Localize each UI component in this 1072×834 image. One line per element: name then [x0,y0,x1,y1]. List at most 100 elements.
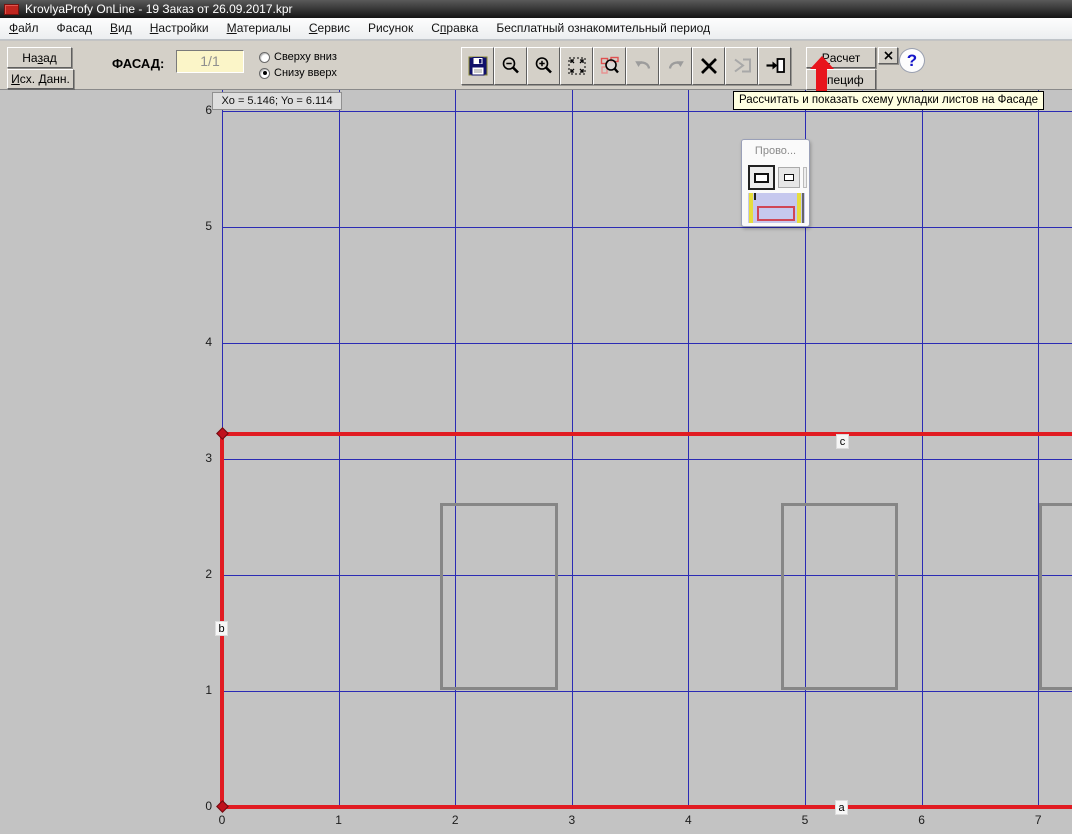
title-bar[interactable]: KrovlyaProfy OnLine - 19 Заказ от 26.09.… [0,0,1072,18]
grid-hline-4 [222,343,1072,344]
radio-bottom-up-icon[interactable] [259,68,270,79]
dimension-label-b: b [215,621,228,636]
facade-outline-bottom[interactable] [220,805,1072,809]
vertex-handle-top-left[interactable] [216,427,229,440]
menu-item-2[interactable]: Фасад [48,18,101,40]
polyline-icon [731,55,753,77]
window-opening-1[interactable] [440,503,558,690]
preview-yellow-strip [797,193,801,223]
preview-red-rect [757,206,795,221]
vertex-handle-bottom-left[interactable] [216,800,229,813]
insert-element-icon [764,55,786,77]
preview-dark-line [802,193,804,223]
drawing-canvas[interactable]: b c a 0 1 2 3 4 5 6 7 0 1 2 3 4 5 6 [0,90,1072,834]
facade-number-field[interactable]: 1/1 [176,50,244,73]
grid-vline-1 [339,90,340,807]
zoom-out-icon [500,55,522,77]
insert-element-button[interactable] [758,47,791,85]
grid-hline-5 [222,227,1072,228]
window-opening-3[interactable] [1039,503,1072,690]
x-axis-tick-5: 5 [794,813,816,827]
menu-item-7[interactable]: Рисунок [359,18,422,40]
undo-icon [632,55,654,77]
menu-item-6[interactable]: Сервис [300,18,359,40]
redo-button [659,47,692,85]
y-axis-tick-0: 0 [192,799,212,813]
rect-tool-button[interactable] [748,165,775,190]
preview-layout-icon [599,55,621,77]
palette-window[interactable]: Прово... [741,139,810,227]
facade-outline-top[interactable] [220,432,1072,436]
y-axis-tick-3: 3 [192,451,212,465]
x-axis-tick-4: 4 [677,813,699,827]
window-title: KrovlyaProfy OnLine - 19 Заказ от 26.09.… [25,2,293,16]
menu-bar: ФайлФасадВидНастройкиМатериалыСервисРису… [0,18,1072,40]
menu-item-1[interactable]: Файл [0,18,48,40]
x-axis-tick-6: 6 [911,813,933,827]
menu-item-3[interactable]: Вид [101,18,141,40]
app-icon [4,4,19,15]
fit-view-icon [566,55,588,77]
grid-vline-3 [572,90,573,807]
y-axis-tick-1: 1 [192,683,212,697]
palette-title: Прово... [742,145,809,157]
application-window: { "window": { "title": "KrovlyaProfy OnL… [0,0,1072,834]
save-button[interactable] [461,47,494,85]
delete-button[interactable] [692,47,725,85]
delete-icon [698,55,720,77]
x-axis-tick-0: 0 [211,813,233,827]
preview-yellow-strip [749,193,753,223]
grid-vline-7 [1038,90,1039,807]
y-axis-tick-5: 5 [192,219,212,233]
grid-hline-3 [222,459,1072,460]
grid-vline-6 [922,90,923,807]
zoom-out-button[interactable] [494,47,527,85]
grid-hline-1 [222,691,1072,692]
cursor-coordinates: Xo = 5.146; Yo = 6.114 [212,92,342,110]
zoom-in-button[interactable] [527,47,560,85]
preview-layout-button[interactable] [593,47,626,85]
menu-item-8[interactable]: Справка [422,18,487,40]
help-button[interactable]: ? [899,48,925,73]
radio-top-down[interactable]: Сверху вниз [259,51,337,63]
x-axis-tick-7: 7 [1027,813,1049,827]
polyline-button [725,47,758,85]
y-axis-tick-6: 6 [192,103,212,117]
undo-button [626,47,659,85]
dimension-label-c: c [836,434,849,449]
y-axis-tick-2: 2 [192,567,212,581]
rect-tool-icon [754,173,769,183]
small-rect-tool-icon [784,174,794,181]
radio-bottom-up[interactable]: Снизу вверх [259,67,337,79]
source-data-button[interactable]: Исх. Данн. [7,69,74,89]
y-axis-tick-4: 4 [192,335,212,349]
dimension-label-a: a [835,800,848,815]
palette-preview [748,193,805,223]
grid-vline-4 [688,90,689,807]
menu-item-9[interactable]: Бесплатный ознакомительный период [487,18,719,40]
fit-view-button[interactable] [560,47,593,85]
grid-hline-2 [222,575,1072,576]
zoom-in-icon [533,55,555,77]
menu-item-4[interactable]: Настройки [141,18,218,40]
x-axis-tick-1: 1 [328,813,350,827]
close-icon [884,51,893,60]
radio-bottom-up-label: Снизу вверх [274,67,337,79]
x-axis-tick-2: 2 [444,813,466,827]
radio-top-down-icon[interactable] [259,52,270,63]
tooltip: Рассчитать и показать схему укладки лист… [733,91,1044,110]
facade-label: ФАСАД: [112,56,164,71]
menu-item-5[interactable]: Материалы [218,18,300,40]
window-opening-2[interactable] [781,503,898,690]
radio-top-down-label: Сверху вниз [274,51,337,63]
small-rect-tool-button[interactable] [778,167,800,188]
x-axis-tick-3: 3 [561,813,583,827]
palette-grip[interactable] [803,167,807,188]
help-icon: ? [907,51,917,71]
grid-vline-2 [455,90,456,807]
back-button[interactable]: Назад [7,47,72,68]
save-icon [467,55,489,77]
close-panel-button[interactable] [878,47,898,64]
icon-toolbar [461,47,791,85]
redo-icon [665,55,687,77]
